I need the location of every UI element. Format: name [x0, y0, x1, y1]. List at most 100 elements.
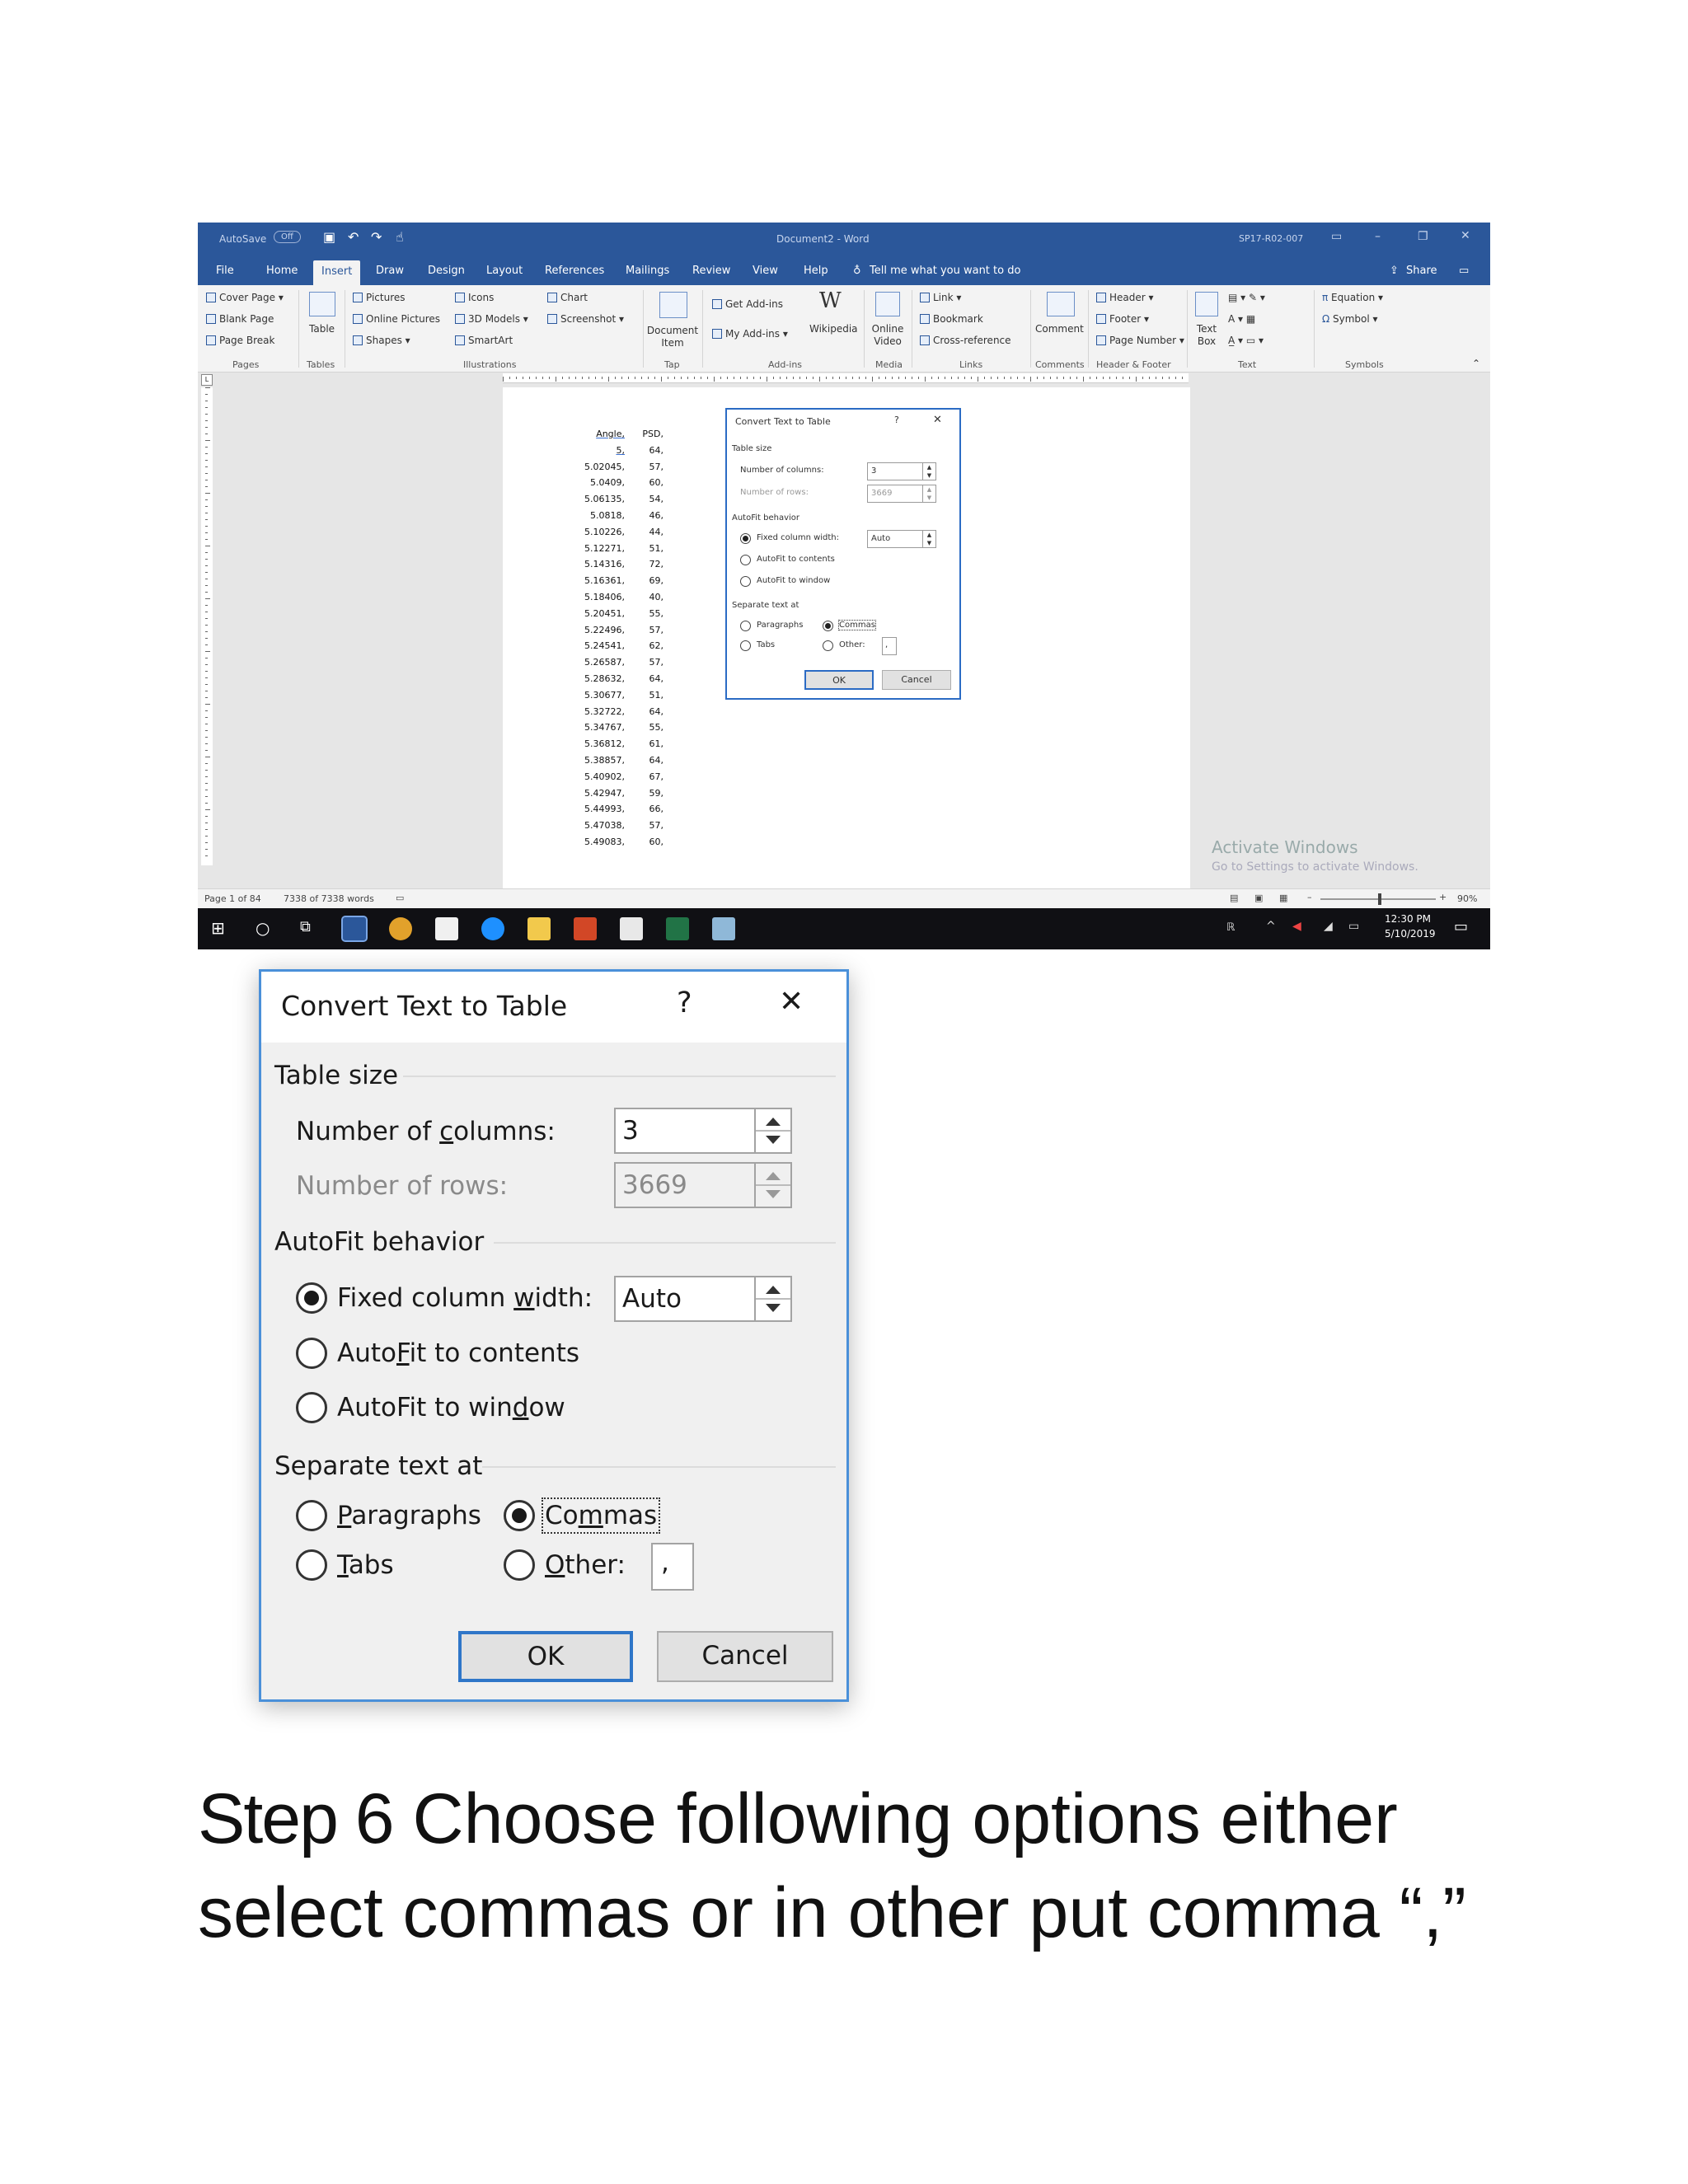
notifications-icon[interactable]: ▭	[1454, 918, 1468, 935]
clock-time[interactable]: 12:30 PM	[1385, 913, 1431, 925]
comments-icon[interactable]: ▭	[1459, 265, 1469, 277]
proofing-icon[interactable]: ▭	[396, 893, 404, 903]
pictures-button[interactable]: Pictures	[353, 292, 406, 303]
link-button[interactable]: Link ▾	[920, 292, 961, 303]
my-addins-button[interactable]: My Add-ins ▾	[712, 328, 788, 340]
mini-ok-button[interactable]: OK	[804, 670, 874, 690]
autofit-contents-radio[interactable]	[296, 1338, 327, 1369]
page-number-button[interactable]: Page Number ▾	[1096, 335, 1184, 346]
minimize-icon[interactable]: –	[1375, 230, 1381, 243]
mini-commas-radio[interactable]	[823, 621, 833, 631]
tab-home[interactable]: Home	[266, 265, 298, 277]
windows-start-icon[interactable]: ⊞	[211, 918, 225, 938]
cross-reference-button[interactable]: Cross-reference	[920, 335, 1011, 346]
mini-fixed-radio[interactable]	[740, 533, 751, 544]
touch-mode-icon[interactable]: ☝	[396, 229, 404, 245]
table-button[interactable]: Table	[309, 323, 335, 335]
horizontal-ruler[interactable]	[503, 373, 1189, 383]
web-layout-icon[interactable]: ▦	[1279, 893, 1287, 903]
fixed-width-radio[interactable]	[296, 1282, 327, 1314]
tab-design[interactable]: Design	[428, 265, 465, 277]
mini-fixed-input[interactable]: Auto	[867, 530, 923, 548]
autofit-window-radio[interactable]	[296, 1392, 327, 1423]
wikipedia-button[interactable]: Wikipedia	[809, 323, 858, 335]
word-taskbar-icon[interactable]	[341, 916, 368, 942]
help-icon[interactable]: ?	[677, 987, 692, 1019]
header-button[interactable]: Header ▾	[1096, 292, 1154, 303]
mini-close-icon[interactable]: ✕	[933, 414, 942, 426]
wordart-icon[interactable]: A ▾ ▦	[1228, 313, 1255, 325]
columns-spinner[interactable]	[754, 1108, 792, 1154]
footer-button[interactable]: Footer ▾	[1096, 313, 1149, 325]
other-separator-input[interactable]: ,	[651, 1543, 694, 1591]
icons-button[interactable]: Icons	[455, 292, 494, 303]
tab-insert[interactable]: Insert	[313, 260, 361, 285]
online-pictures-button[interactable]: Online Pictures	[353, 313, 440, 325]
online-video-button[interactable]: Online Video	[867, 323, 908, 348]
mini-columns-spinner[interactable]: ▲ ▼	[923, 462, 936, 480]
mini-cancel-button[interactable]: Cancel	[882, 670, 951, 690]
account-name[interactable]: SP17-R02-007	[1239, 233, 1303, 244]
equation-button[interactable]: π Equation ▾	[1322, 292, 1383, 303]
tab-file[interactable]: File	[216, 265, 234, 277]
mini-tabs-radio[interactable]	[740, 640, 751, 651]
mini-autofit-window-radio[interactable]	[740, 576, 751, 587]
ok-button[interactable]: OK	[458, 1631, 633, 1682]
undo-icon[interactable]: ↶	[348, 229, 359, 245]
collapse-ribbon-icon[interactable]: ⌃	[1472, 358, 1480, 369]
page-break-button[interactable]: Page Break	[206, 335, 274, 346]
smartart-button[interactable]: SmartArt	[455, 335, 513, 346]
ribbon-display-icon[interactable]: ▭	[1331, 230, 1342, 243]
vertical-ruler[interactable]	[201, 387, 213, 865]
autosave-label[interactable]: AutoSave	[219, 233, 266, 245]
tabs-radio[interactable]	[296, 1549, 327, 1581]
document-item-button[interactable]: Document Item	[645, 325, 700, 349]
tab-references[interactable]: References	[545, 265, 604, 277]
cortana-icon[interactable]: ○	[256, 918, 270, 938]
symbol-button[interactable]: Ω Symbol ▾	[1322, 313, 1378, 325]
store-icon[interactable]	[435, 917, 458, 940]
close-icon[interactable]: ✕	[1461, 229, 1470, 242]
word-count[interactable]: 7338 of 7338 words	[284, 893, 374, 904]
mini-columns-input[interactable]: 3	[867, 462, 923, 480]
spin-down-icon[interactable]	[766, 1304, 781, 1312]
get-addins-button[interactable]: Get Add-ins	[712, 298, 783, 310]
other-radio[interactable]	[504, 1549, 535, 1581]
close-icon[interactable]: ✕	[779, 985, 804, 1019]
battery-icon[interactable]: ▭	[1348, 920, 1359, 933]
cancel-button[interactable]: Cancel	[657, 1631, 833, 1682]
paint-icon[interactable]	[712, 917, 735, 940]
mini-help-icon[interactable]: ?	[894, 415, 899, 425]
fixed-width-spinner[interactable]	[754, 1276, 792, 1322]
mini-paragraphs-radio[interactable]	[740, 621, 751, 631]
text-box-button[interactable]: Text Box	[1192, 323, 1221, 348]
screenshot-button[interactable]: Screenshot ▾	[547, 313, 624, 325]
mini-fixed-spinner[interactable]: ▲ ▼	[923, 530, 936, 548]
spin-down-icon[interactable]	[766, 1136, 781, 1144]
spin-up-icon[interactable]	[766, 1286, 781, 1294]
zoom-level[interactable]: 90%	[1457, 893, 1477, 904]
print-layout-icon[interactable]: ▣	[1254, 893, 1263, 903]
clock-date[interactable]: 5/10/2019	[1385, 928, 1436, 940]
share-button[interactable]: Share	[1406, 265, 1437, 277]
commas-radio[interactable]	[504, 1500, 535, 1531]
fixed-width-input[interactable]: Auto	[614, 1276, 756, 1322]
mini-other-radio[interactable]	[823, 640, 833, 651]
tell-me-search[interactable]: Tell me what you want to do	[870, 265, 1020, 277]
show-hidden-icons[interactable]: ^	[1266, 920, 1276, 933]
3d-models-button[interactable]: 3D Models ▾	[455, 313, 528, 325]
restore-icon[interactable]: ❐	[1418, 230, 1428, 243]
zoom-slider-thumb[interactable]	[1378, 893, 1381, 905]
cover-page-button[interactable]: Cover Page ▾	[206, 292, 284, 303]
chrome-icon[interactable]	[389, 917, 412, 940]
mini-other-input[interactable]: ,	[882, 637, 897, 655]
tab-review[interactable]: Review	[692, 265, 730, 277]
redo-icon[interactable]: ↷	[371, 229, 382, 245]
excel-icon[interactable]	[666, 917, 689, 940]
share-icon[interactable]: ⇪	[1390, 265, 1399, 277]
drop-cap-icon[interactable]: A̲ ▾ ▭ ▾	[1228, 335, 1264, 346]
people-icon[interactable]: ℝ	[1226, 921, 1235, 934]
tab-selector-icon[interactable]: L	[201, 374, 213, 386]
spin-up-icon[interactable]	[766, 1118, 781, 1126]
volume-icon[interactable]: ◀	[1292, 920, 1301, 933]
